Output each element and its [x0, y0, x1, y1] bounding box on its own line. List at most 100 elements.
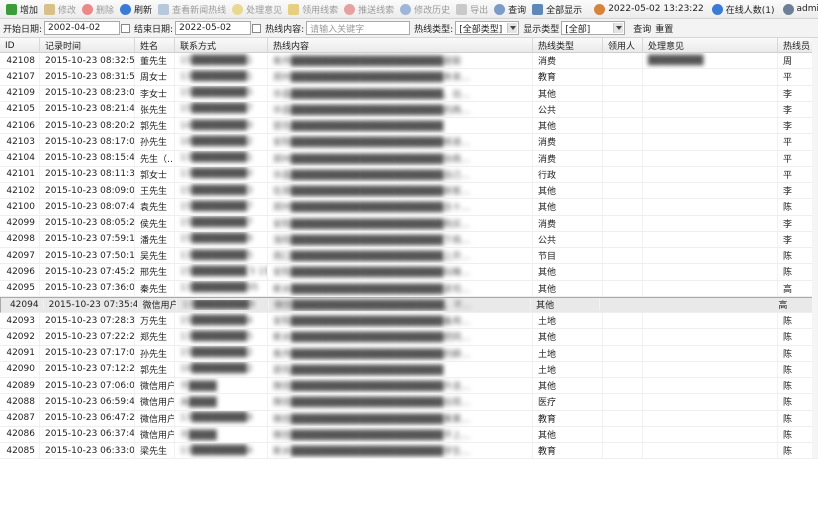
- type-value: [全部类型]: [459, 24, 503, 35]
- table-row[interactable]: 42095 2015-10-23 07:36:06 秦先生 13████████95 新…: [0, 280, 818, 297]
- filter-bar: 开始日期: 2002-04-02 结束日期: 2022-05-02 热线内容: …: [0, 19, 818, 38]
- cell-content: 安阳██████████████████████备用…: [268, 313, 533, 329]
- cell-time-text: 2015-10-23 06:47:20: [45, 413, 135, 424]
- cell-time: 2015-10-23 08:09:06: [40, 183, 135, 199]
- process-button[interactable]: 处理意见: [230, 1, 286, 18]
- cell-type: 其他: [531, 298, 601, 312]
- refresh-button[interactable]: 刷新: [118, 1, 156, 18]
- cell-time-text: 2015-10-23 08:20:28: [45, 120, 135, 131]
- cell-opinion: [643, 410, 778, 426]
- table-row[interactable]: 42087 2015-10-23 06:47:20 微信用户 13████████8 微…: [0, 410, 818, 427]
- table-row[interactable]: 42100 2015-10-23 08:07:48 袁先生 15████████7 郑州…: [0, 199, 818, 216]
- view-news-button[interactable]: 查看新闻热线: [156, 1, 230, 18]
- col-receiver[interactable]: 领用人: [603, 38, 643, 53]
- query-button[interactable]: 查询: [492, 1, 530, 18]
- show-all-button[interactable]: 全部显示: [530, 1, 586, 18]
- table-row[interactable]: 42106 2015-10-23 08:20:28 郭先生 14████████9 郭先…: [0, 118, 818, 135]
- table-row[interactable]: 42085 2015-10-23 06:33:08 梁先生 13████████4 新乡…: [0, 443, 818, 460]
- online-count[interactable]: 在线人数(1): [711, 3, 775, 16]
- table-row[interactable]: 42097 2015-10-23 07:50:14 吴先生 13████████5 周口…: [0, 248, 818, 265]
- cell-type-text: 节目: [538, 252, 557, 263]
- table-row[interactable]: 42104 2015-10-23 08:15:48 先生（… 13████████1 郑…: [0, 150, 818, 167]
- keyword-input[interactable]: 请输入关键字: [306, 21, 411, 35]
- cell-type: 其他: [533, 426, 603, 442]
- table-row[interactable]: 42099 2015-10-23 08:05:29 侯先生 15████████7 安阳…: [0, 215, 818, 232]
- col-name[interactable]: 姓名: [135, 38, 175, 53]
- cell-operator-text: 陈: [783, 317, 793, 328]
- cell-phone-text: 15████████ 5 15████: [180, 266, 267, 277]
- history-button[interactable]: 修改历史: [398, 1, 454, 18]
- cell-name-text: 微信用户: [140, 398, 175, 409]
- col-phone[interactable]: 联系方式: [175, 38, 268, 53]
- col-time[interactable]: 记录时间: [40, 38, 135, 53]
- filter-reset-button[interactable]: 重置: [655, 22, 673, 35]
- cell-opinion: ████████: [643, 53, 778, 69]
- push-button[interactable]: 推送线索: [342, 1, 398, 18]
- display-value: [全部]: [565, 24, 591, 35]
- cell-id: 42100: [0, 199, 40, 215]
- start-date-input[interactable]: 2002-04-02: [44, 21, 131, 35]
- table-row[interactable]: 42102 2015-10-23 08:09:06 王先生 15████████3 在郑…: [0, 183, 818, 200]
- claim-button[interactable]: 领用线索: [286, 1, 342, 18]
- cell-name: 微信用户: [135, 410, 175, 426]
- delete-button[interactable]: 删除: [80, 1, 118, 18]
- cell-time: 2015-10-23 08:32:55: [40, 53, 135, 69]
- cell-id: 42085: [0, 443, 40, 459]
- user-menu[interactable]: admin ▾: [782, 3, 818, 15]
- export-label: 导出: [470, 5, 489, 16]
- table-row[interactable]: 42092 2015-10-23 07:22:20 郑先生 13████████5 新乡…: [0, 329, 818, 346]
- filter-query-button[interactable]: 查询: [633, 22, 651, 35]
- cell-phone-text: 18████████2: [180, 136, 253, 147]
- col-opinion[interactable]: 处理意见: [643, 38, 778, 53]
- table-row[interactable]: 42109 2015-10-23 08:23:04 李女士 15████████5 许昌…: [0, 85, 818, 102]
- cell-name-text: 侯先生: [140, 219, 168, 230]
- cell-type: 其他: [533, 329, 603, 345]
- calendar-icon[interactable]: [252, 24, 262, 33]
- table-row[interactable]: 42098 2015-10-23 07:59:16 潘先生 15████████9 洛阳…: [0, 231, 818, 248]
- table-row[interactable]: 42103 2015-10-23 08:17:03 孙先生 18████████2 安阳…: [0, 134, 818, 151]
- col-id[interactable]: ID: [0, 38, 40, 53]
- cell-name: 微信用户: [135, 378, 175, 394]
- cell-opinion: [643, 426, 778, 442]
- edit-button[interactable]: 修改: [42, 1, 80, 18]
- table-row[interactable]: 42090 2015-10-23 07:12:23 郭先生 18████████2 郭先…: [0, 361, 818, 378]
- cell-id: 42103: [0, 134, 40, 150]
- clock-icon: [594, 3, 606, 15]
- col-content[interactable]: 热线内容: [268, 38, 533, 53]
- table-row[interactable]: 42096 2015-10-23 07:45:20 邢先生 15████████ 5 …: [0, 264, 818, 281]
- cell-name-text: 郭女士: [140, 170, 168, 181]
- add-button[interactable]: 增加: [4, 1, 42, 18]
- cell-id: 42106: [0, 118, 40, 134]
- table-row[interactable]: 42094 2015-10-23 07:35:40 微信用户 13████████9 微…: [0, 296, 814, 313]
- cell-operator-text: 陈: [783, 430, 793, 441]
- cell-opinion-text: ████████: [648, 55, 704, 66]
- table-row[interactable]: 42091 2015-10-23 07:17:09 孙先生 15████████2 焦作…: [0, 345, 818, 362]
- display-select[interactable]: [全部]: [561, 21, 626, 35]
- table-row[interactable]: 42093 2015-10-23 07:28:37 万先生 15████████4 安阳…: [0, 313, 818, 330]
- cell-time-text: 2015-10-23 08:05:29: [45, 218, 135, 229]
- end-date-input[interactable]: 2022-05-02: [175, 21, 262, 35]
- cell-opinion: [643, 69, 778, 85]
- table-row[interactable]: 42108 2015-10-23 08:32:55 董先生 15████████1 焦作…: [0, 53, 818, 70]
- cell-id: 42089: [0, 378, 40, 394]
- table-row[interactable]: 42101 2015-10-23 08:11:30 郭女士 13████████0 许昌…: [0, 166, 818, 183]
- cell-operator-text: 陈: [783, 203, 793, 214]
- export-button[interactable]: 导出: [454, 1, 492, 18]
- table-row[interactable]: 42105 2015-10-23 08:21:47 张先生 15████████7 许昌…: [0, 101, 818, 118]
- cell-time-text: 2015-10-23 07:35:40: [48, 299, 138, 310]
- table-row[interactable]: 42089 2015-10-23 07:06:07 微信用户 不████ 微信█████…: [0, 378, 818, 395]
- table-row[interactable]: 42088 2015-10-23 06:59:45 微信用户 未████ 微信█████…: [0, 394, 818, 411]
- cell-opinion: [643, 101, 778, 117]
- type-select[interactable]: [全部类型]: [455, 21, 520, 35]
- cell-time: 2015-10-23 08:31:54: [40, 69, 135, 85]
- scrollbar[interactable]: [812, 38, 818, 458]
- cell-id: 42107: [0, 69, 40, 85]
- table-row[interactable]: 42107 2015-10-23 08:31:54 周女士 13████████1 郑州…: [0, 69, 818, 86]
- table-row[interactable]: 42086 2015-10-23 06:37:49 微信用户 不████ 微信█████…: [0, 426, 818, 443]
- col-type[interactable]: 热线类型: [533, 38, 603, 53]
- cell-content: 新乡██████████████████████学生…: [268, 443, 533, 459]
- cell-type: 公共: [533, 231, 603, 247]
- cell-opinion: [643, 394, 778, 410]
- calendar-icon[interactable]: [121, 24, 131, 33]
- cell-time: 2015-10-23 07:50:14: [40, 248, 135, 264]
